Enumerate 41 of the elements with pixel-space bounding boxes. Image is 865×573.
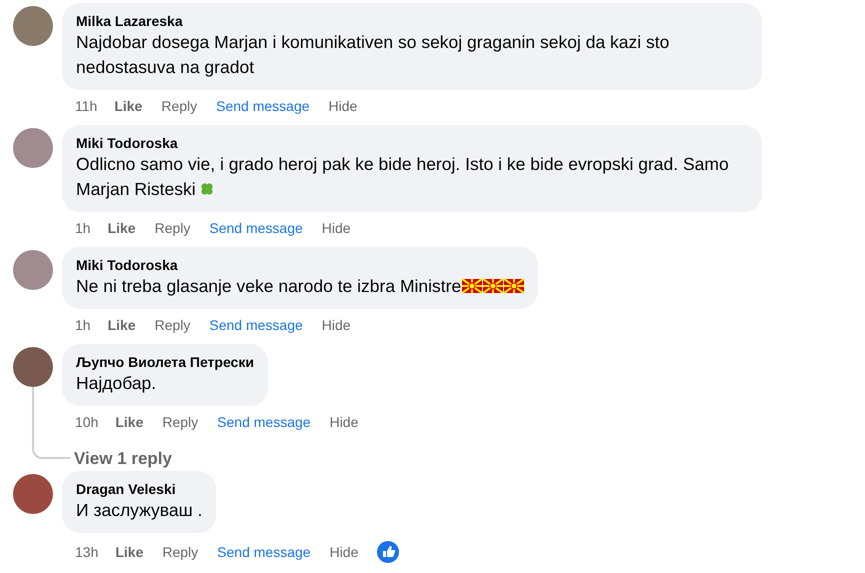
comment-text: Ne ni treba glasanje veke narodo te izbra Ministre: [76, 274, 524, 299]
timestamp[interactable]: 11h: [75, 98, 98, 114]
author-name[interactable]: Miki Todoroska: [76, 134, 748, 152]
action-link[interactable]: Reply: [161, 98, 198, 114]
action-link[interactable]: Like: [108, 317, 136, 333]
timestamp[interactable]: 10h: [75, 414, 98, 430]
action-link[interactable]: Reply: [154, 220, 190, 236]
action-link[interactable]: Send message: [217, 544, 311, 560]
avatar[interactable]: [13, 6, 53, 46]
author-name[interactable]: Miki Todoroska: [76, 256, 524, 274]
action-link[interactable]: Send message: [217, 414, 311, 430]
action-link[interactable]: Send message: [209, 220, 303, 236]
action-link[interactable]: Hide: [330, 544, 358, 560]
action-link[interactable]: Hide: [322, 317, 351, 333]
action-link[interactable]: Like: [114, 98, 142, 114]
action-link[interactable]: Hide: [328, 98, 358, 114]
action-link[interactable]: Reply: [162, 414, 198, 430]
avatar[interactable]: [13, 474, 53, 514]
comment-text: Odlicno samo vie, i grado heroj pak ke bide heroj. Isto i ke bide evropski grad. Samo Marjan Risteski: [76, 153, 730, 201]
action-link[interactable]: Hide: [330, 414, 358, 430]
action-link[interactable]: Like: [108, 220, 136, 236]
action-link[interactable]: Reply: [154, 317, 190, 333]
view-replies-link[interactable]: View 1 reply: [74, 449, 172, 469]
action-link[interactable]: Reply: [162, 544, 198, 560]
author-name[interactable]: Milka Lazareska: [76, 12, 748, 30]
author-name[interactable]: Dragan Veleski: [76, 480, 202, 498]
action-link[interactable]: Hide: [322, 220, 351, 236]
action-link[interactable]: Send message: [216, 98, 310, 114]
action-link[interactable]: Like: [115, 544, 144, 560]
avatar[interactable]: [13, 128, 53, 168]
comment-text: Najdobar dosega Marjan i komunikativen so sekoj graganin sekoj da kazi sto nedostasuva na gradot: [76, 31, 670, 79]
comment-text: И заслужуваш .: [76, 499, 202, 522]
timestamp[interactable]: 1h: [75, 220, 91, 236]
avatar[interactable]: [13, 347, 53, 387]
timestamp[interactable]: 1h: [75, 317, 91, 333]
action-link[interactable]: Like: [115, 414, 144, 430]
author-name[interactable]: Љупчо Виолета Петрески: [76, 353, 254, 371]
comment-text: Најдобар.: [76, 372, 158, 395]
action-link[interactable]: Send message: [209, 317, 303, 333]
avatar[interactable]: [13, 250, 53, 290]
timestamp[interactable]: 13h: [75, 544, 98, 560]
